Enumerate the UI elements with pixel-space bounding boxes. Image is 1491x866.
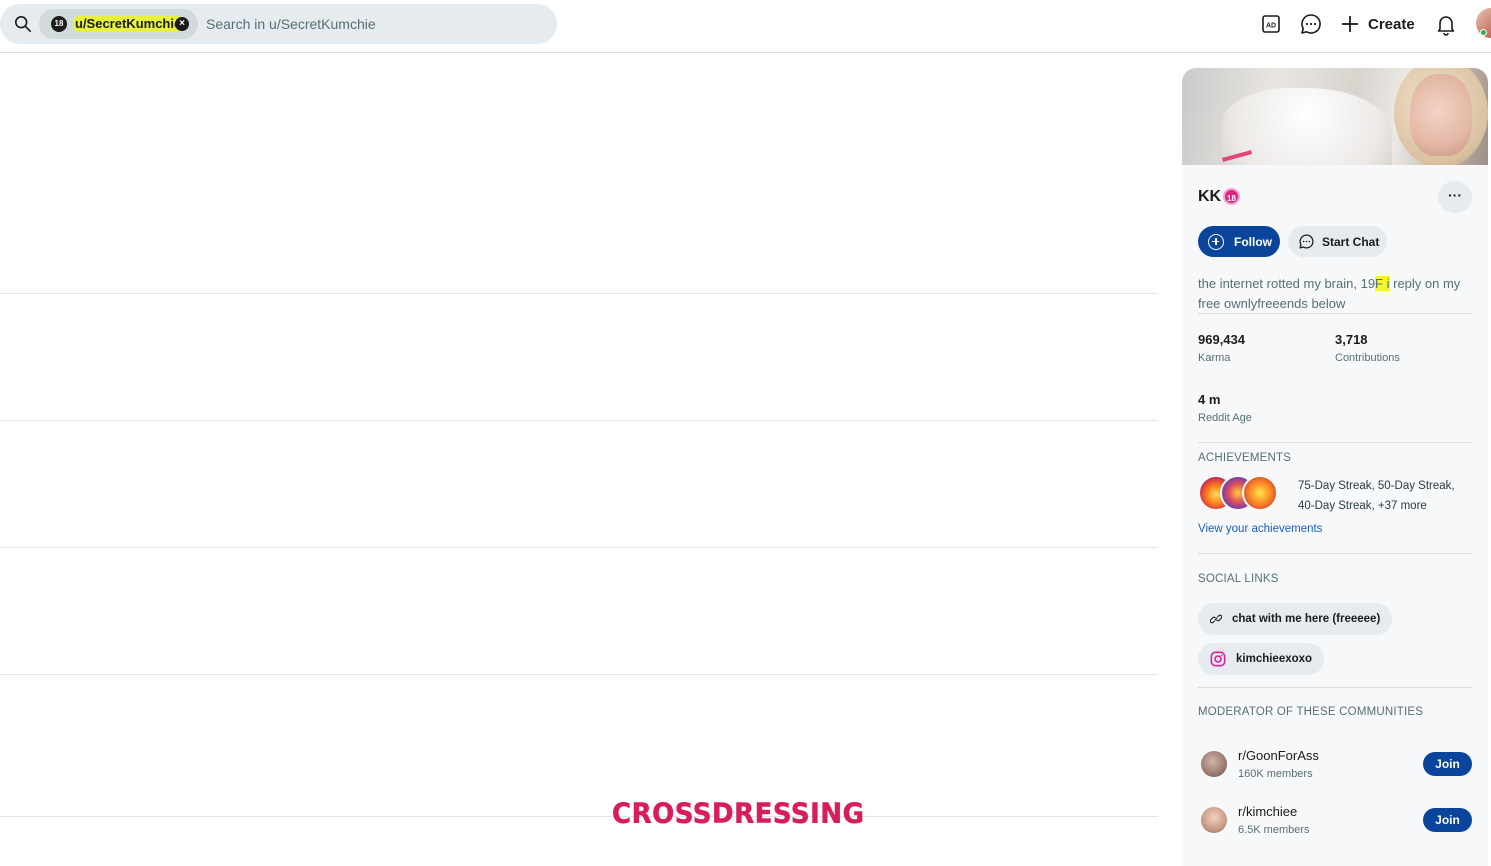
notification-bell-icon[interactable] xyxy=(1434,12,1458,36)
karma-label: Karma xyxy=(1198,352,1231,364)
feed-divider xyxy=(0,293,1158,294)
social-link-label: chat with me here (freeeee) xyxy=(1232,613,1381,625)
plus-circle-icon xyxy=(1208,233,1224,250)
plus-icon xyxy=(1342,16,1358,32)
profile-banner-image xyxy=(1182,68,1488,165)
search-scope-chip[interactable]: 18 u/SecretKumchie × xyxy=(39,9,198,39)
social-link-chat[interactable]: chat with me here (freeeee) xyxy=(1198,603,1393,635)
feed-divider xyxy=(0,547,1158,548)
link-icon xyxy=(1210,613,1222,625)
instagram-icon xyxy=(1210,651,1226,667)
profile-sidebar: KK 18 ··· Follow Start Chat the internet… xyxy=(1182,68,1488,866)
reddit-age-value: 4 m xyxy=(1198,392,1221,407)
search-icon xyxy=(14,15,32,33)
overlay-graphic-text: CROSSDRESSING xyxy=(612,798,865,830)
divider xyxy=(1198,442,1472,443)
divider xyxy=(1198,687,1472,688)
top-header: 18 u/SecretKumchie × AD Create xyxy=(0,0,1491,53)
achievement-badges xyxy=(1198,475,1286,513)
community-members: 6.5K members xyxy=(1238,824,1310,836)
community-avatar[interactable] xyxy=(1201,751,1227,777)
profile-bio: the internet rotted my brain, 19F i repl… xyxy=(1198,276,1461,311)
chat-icon xyxy=(1299,234,1314,249)
start-chat-button[interactable]: Start Chat xyxy=(1288,226,1387,257)
join-button[interactable]: Join xyxy=(1423,752,1472,776)
moderator-title: MODERATOR OF THESE COMMUNITIES xyxy=(1198,706,1424,718)
search-input[interactable] xyxy=(206,15,536,33)
community-members: 160K members xyxy=(1238,768,1313,780)
chat-icon[interactable] xyxy=(1299,12,1323,36)
streak-badge-icon xyxy=(1242,475,1278,511)
community-name[interactable]: r/GoonForAss xyxy=(1238,748,1319,763)
contributions-value: 3,718 xyxy=(1335,332,1368,347)
divider xyxy=(1198,313,1472,314)
create-label: Create xyxy=(1368,15,1415,33)
join-button[interactable]: Join xyxy=(1423,808,1472,832)
feed-divider xyxy=(0,816,1158,817)
user-avatar[interactable] xyxy=(1476,8,1491,38)
divider xyxy=(1198,553,1472,554)
social-link-label: kimchieexoxo xyxy=(1236,653,1313,665)
view-achievements-link[interactable]: View your achievements xyxy=(1198,523,1322,535)
feed-divider xyxy=(0,674,1158,675)
reddit-age-label: Reddit Age xyxy=(1198,412,1252,424)
advertise-icon[interactable]: AD xyxy=(1259,12,1283,36)
create-button[interactable]: Create xyxy=(1340,12,1415,36)
community-avatar[interactable] xyxy=(1201,807,1227,833)
social-links-title: SOCIAL LINKS xyxy=(1198,573,1279,585)
online-status-dot xyxy=(1480,29,1487,36)
achievements-summary: 75-Day Streak, 50-Day Streak, 40-Day Str… xyxy=(1298,480,1455,512)
clear-scope-icon[interactable]: × xyxy=(175,17,189,31)
search-bar[interactable]: 18 u/SecretKumchie × xyxy=(0,4,557,44)
community-name[interactable]: r/kimchiee xyxy=(1238,804,1297,819)
contributions-label: Contributions xyxy=(1335,352,1400,364)
social-link-instagram[interactable]: kimchieexoxo xyxy=(1198,643,1325,675)
start-chat-label: Start Chat xyxy=(1322,234,1380,249)
nsfw-badge: 18 xyxy=(51,16,67,32)
more-options-button[interactable]: ··· xyxy=(1438,181,1472,213)
karma-value: 969,434 xyxy=(1198,332,1245,347)
achievements-title: ACHIEVEMENTS xyxy=(1198,452,1292,464)
search-scope-label: u/SecretKumchie xyxy=(73,16,184,32)
follow-button[interactable]: Follow xyxy=(1198,226,1280,257)
follow-label: Follow xyxy=(1234,234,1272,249)
feed-divider xyxy=(0,420,1158,421)
nsfw-badge: 18 xyxy=(1223,188,1240,205)
profile-display-name: KK xyxy=(1198,188,1222,205)
svg-text:AD: AD xyxy=(1266,23,1276,30)
